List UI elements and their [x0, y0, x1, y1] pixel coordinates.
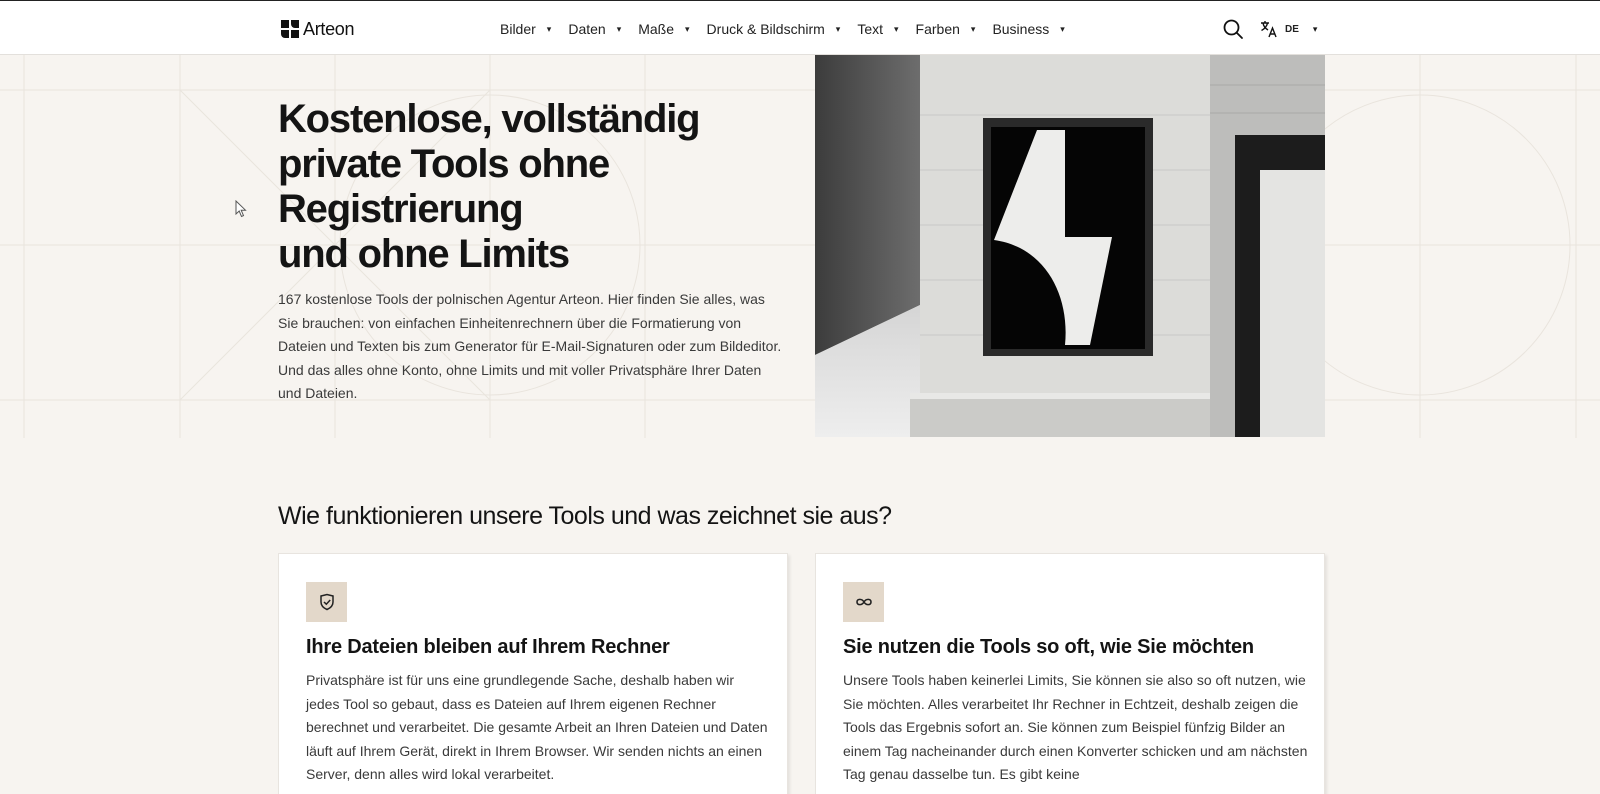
nav-item-business[interactable]: Business ▾	[992, 21, 1064, 37]
hero-description: 167 kostenlose Tools der polnischen Agen…	[278, 291, 782, 401]
nav-item-label: Business	[992, 21, 1050, 37]
hero-section: Kostenlose, vollständig private Tools oh…	[0, 55, 1600, 438]
nav-item-label: Bilder	[500, 21, 536, 37]
logo-text: Arteon	[303, 18, 355, 39]
features-section-title: Wie funktionieren unsere Tools und was z…	[278, 502, 892, 530]
shield-check-icon	[319, 593, 334, 611]
feature-card-title: Sie nutzen die Tools so oft, wie Sie möc…	[843, 636, 1254, 658]
language-code: DE	[1285, 23, 1299, 35]
feature-card-text: Privatsphäre ist für uns eine grundlegen…	[306, 672, 768, 782]
feature-icon-badge	[843, 582, 884, 622]
caret-down-icon: ▾	[894, 23, 899, 34]
nav-item-masse[interactable]: Maße ▾	[638, 21, 689, 37]
hero-title-line: Kostenlose, vollständig	[278, 97, 701, 141]
caret-down-icon: ▾	[616, 23, 622, 34]
hero-title-line: Registrierung	[278, 187, 524, 231]
caret-down-icon: ▾	[970, 23, 976, 34]
caret-down-icon: ▾	[1060, 23, 1065, 34]
caret-down-icon: ▾	[685, 23, 690, 34]
caret-down-icon: ▾	[835, 23, 841, 34]
nav-item-label: Text	[857, 21, 884, 37]
feature-card-text: Unsere Tools haben keinerlei Limits, Sie…	[843, 672, 1308, 782]
search-icon	[1223, 19, 1243, 39]
nav-item-farben[interactable]: Farben ▾	[916, 21, 976, 37]
nav-item-daten[interactable]: Daten ▾	[568, 21, 621, 37]
nav-item-text[interactable]: Text ▾	[857, 21, 898, 37]
background-grid	[0, 55, 1600, 438]
hero-title-line: private Tools ohne	[278, 142, 610, 186]
main-nav: Bilder ▾ Daten ▾ Maße ▾ Druck & Bildschi…	[500, 18, 1082, 40]
feature-card-unlimited: Sie nutzen die Tools so oft, wie Sie möc…	[815, 553, 1325, 794]
nav-item-druck-bildschirm[interactable]: Druck & Bildschirm ▾	[707, 21, 841, 37]
search-button[interactable]	[1222, 18, 1244, 40]
hero-title-line: und ohne Limits	[278, 232, 570, 276]
feature-icon-badge	[306, 582, 347, 622]
arteon-logo-icon	[281, 20, 299, 38]
top-navigation-bar: Arteon Bilder ▾ Daten ▾ Maße ▾ Druck & B…	[0, 0, 1600, 55]
hero-title: Kostenlose, vollständig private Tools oh…	[278, 97, 798, 277]
logo[interactable]: Arteon	[281, 18, 355, 40]
nav-item-bilder[interactable]: Bilder ▾	[500, 21, 551, 37]
hero-poster-image	[815, 55, 1325, 437]
nav-item-label: Daten	[568, 21, 606, 37]
nav-item-label: Druck & Bildschirm	[706, 21, 825, 37]
feature-card-title: Ihre Dateien bleiben auf Ihrem Rechner	[306, 636, 670, 658]
caret-down-icon: ▾	[546, 23, 552, 34]
language-selector[interactable]: DE ▾	[1260, 18, 1317, 40]
infinity-icon	[855, 598, 872, 606]
feature-card-privacy: Ihre Dateien bleiben auf Ihrem Rechner P…	[278, 553, 788, 794]
translate-icon	[1261, 21, 1277, 38]
nav-item-label: Maße	[638, 21, 675, 37]
mouse-cursor-icon	[235, 200, 247, 218]
caret-down-icon: ▾	[1312, 23, 1318, 34]
nav-item-label: Farben	[915, 21, 960, 37]
